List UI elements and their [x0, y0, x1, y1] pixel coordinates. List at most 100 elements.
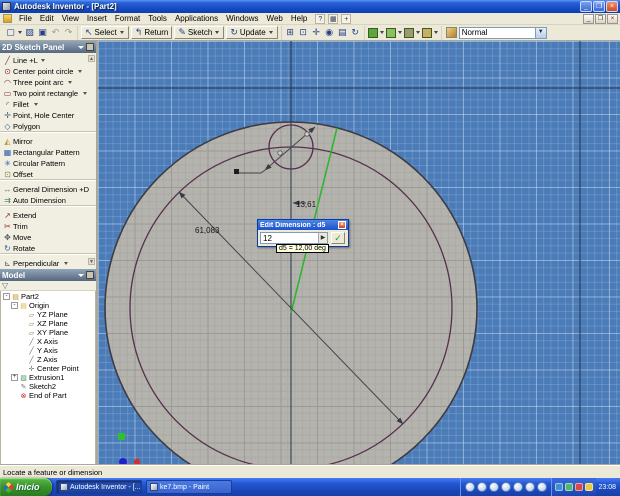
tree-expander[interactable]: [11, 392, 18, 399]
tree-item[interactable]: ╱ X Axis: [1, 337, 95, 346]
mdi-window-button[interactable]: _: [583, 14, 594, 24]
docked-toolbar-button[interactable]: [501, 482, 511, 492]
sketch-tool-item[interactable]: ◠ Three point arc: [0, 77, 96, 88]
tree-item[interactable]: ▱ YZ Plane: [1, 310, 95, 319]
tree-expander[interactable]: [19, 338, 26, 345]
tool-dropdown-icon[interactable]: [41, 59, 45, 62]
tool-dropdown-icon[interactable]: [78, 70, 82, 73]
tool-dropdown-icon[interactable]: [64, 262, 68, 265]
sketch-tool-item[interactable]: ⊙ Center point circle: [0, 66, 96, 77]
mdi-window-button[interactable]: ×: [607, 14, 618, 24]
view-tool-icon[interactable]: ⊡: [297, 26, 310, 39]
tree-expander[interactable]: [19, 365, 26, 372]
tree-expander[interactable]: [19, 311, 26, 318]
toolbar-icon[interactable]: ▢: [4, 26, 17, 39]
sketch-tool-item[interactable]: ⇉ Auto Dimension: [0, 195, 96, 206]
menu-item[interactable]: File: [15, 13, 36, 25]
tree-item[interactable]: - ▤ Origin: [1, 301, 95, 310]
start-button[interactable]: Inicio: [0, 478, 52, 496]
window-button[interactable]: ×: [606, 1, 618, 12]
sketch-tool-item[interactable]: ▦ Rectangular Pattern: [0, 147, 96, 158]
menubar-extra-icon[interactable]: ▦: [328, 14, 338, 24]
combo-dropdown-icon[interactable]: ▼: [535, 28, 546, 38]
dialog-title-bar[interactable]: Edit Dimension : d5 ×: [258, 220, 348, 230]
tree-expander[interactable]: -: [11, 302, 18, 309]
sketch-tool-item[interactable]: ✳ Circular Pattern: [0, 158, 96, 169]
menubar-extra-icon[interactable]: +: [341, 14, 351, 24]
toolbar-icon[interactable]: ↶: [49, 26, 62, 39]
display-mode-icon[interactable]: [422, 28, 432, 38]
menu-item[interactable]: Applications: [171, 13, 222, 25]
model-panel-header[interactable]: Model: [0, 269, 96, 281]
tree-item[interactable]: + ▧ Extrusion1: [1, 373, 95, 382]
toolbar-button[interactable]: ↻Update: [226, 26, 277, 39]
menu-item[interactable]: Format: [111, 13, 144, 25]
flyout-arrow-icon[interactable]: ▶: [318, 233, 327, 243]
dimension-value-field[interactable]: ▶: [260, 232, 328, 244]
mdi-window-button[interactable]: ❐: [595, 14, 606, 24]
panel-dropdown-icon[interactable]: [78, 274, 84, 277]
scroll-up-icon[interactable]: ▲: [88, 55, 95, 62]
toolbar-button[interactable]: ✎Sketch: [174, 26, 224, 39]
tool-dropdown-icon[interactable]: [68, 81, 72, 84]
tool-dropdown-icon[interactable]: [83, 92, 87, 95]
tree-expander[interactable]: [11, 383, 18, 390]
toolbar-icon[interactable]: ▣: [36, 26, 49, 39]
sketch-tool-item[interactable]: ✂ Trim: [0, 221, 96, 232]
toolbar-icon[interactable]: ▨: [23, 26, 36, 39]
taskbar-task-button[interactable]: ke7.bmp - Paint: [146, 480, 232, 494]
docked-toolbar-button[interactable]: [477, 482, 487, 492]
docked-toolbar-button[interactable]: [525, 482, 535, 492]
sketch-tool-item[interactable]: ╱ Line +L: [0, 55, 96, 66]
sketch-tool-item[interactable]: ◭ Mirror: [0, 136, 96, 147]
view-tool-icon[interactable]: ◉: [323, 26, 336, 39]
sketch-tool-item[interactable]: ▭ Two point rectangle: [0, 88, 96, 99]
tool-dropdown-icon[interactable]: [34, 103, 38, 106]
dropdown-arrow-icon[interactable]: [398, 31, 402, 34]
sketch-tool-item[interactable]: ⊾ Perpendicular: [0, 258, 96, 269]
view-tool-icon[interactable]: ✛: [310, 26, 323, 39]
sketch-tool-item[interactable]: ✥ Move: [0, 232, 96, 243]
sketch-tool-item[interactable]: ⊡ Offset: [0, 169, 96, 180]
docked-toolbar-button[interactable]: [489, 482, 499, 492]
tree-expander[interactable]: [19, 329, 26, 336]
panel-menu-button[interactable]: [86, 43, 94, 51]
display-mode-icon[interactable]: [386, 28, 396, 38]
tree-item[interactable]: ⊗ End of Part: [1, 391, 95, 400]
menu-item[interactable]: Windows: [222, 13, 262, 25]
tree-item[interactable]: ╱ Z Axis: [1, 355, 95, 364]
dropdown-arrow-icon[interactable]: [18, 31, 22, 34]
system-tray-icon[interactable]: [555, 483, 563, 491]
taskbar-task-button[interactable]: Autodesk Inventor - [...: [56, 480, 142, 494]
menu-item[interactable]: View: [58, 13, 83, 25]
docked-toolbar-button[interactable]: [537, 482, 547, 492]
view-tool-icon[interactable]: ⊞: [284, 26, 297, 39]
menu-item[interactable]: Web: [263, 13, 287, 25]
dialog-close-icon[interactable]: ×: [338, 221, 346, 229]
tree-item[interactable]: ✛ Center Point: [1, 364, 95, 373]
accept-dimension-button[interactable]: ✓: [331, 232, 345, 244]
panel-dropdown-icon[interactable]: [78, 46, 84, 49]
display-mode-icon[interactable]: [404, 28, 414, 38]
sketch-canvas[interactable]: 61,083 13,61 Edit Dimension : d5 ×: [98, 41, 620, 465]
tree-expander[interactable]: -: [3, 293, 10, 300]
system-tray-icon[interactable]: [565, 483, 573, 491]
docked-toolbar-button[interactable]: [465, 482, 475, 492]
menubar-extra-icon[interactable]: ?: [315, 14, 325, 24]
menu-item[interactable]: Help: [287, 13, 311, 25]
docked-toolbar-button[interactable]: [513, 482, 523, 492]
view-tool-icon[interactable]: ↻: [349, 26, 362, 39]
toolbar-button[interactable]: ↖Select: [81, 26, 129, 39]
tree-item[interactable]: - ▤ Part2: [1, 292, 95, 301]
system-tray-icon[interactable]: [585, 483, 593, 491]
sketch-tool-item[interactable]: ↗ Extend: [0, 210, 96, 221]
tree-item[interactable]: ▱ XY Plane: [1, 328, 95, 337]
display-mode-icon[interactable]: [368, 28, 378, 38]
menu-item[interactable]: Tools: [144, 13, 171, 25]
tree-item[interactable]: ✎ Sketch2: [1, 382, 95, 391]
toolbar-button[interactable]: ↰Return: [131, 26, 173, 39]
sketch-tool-item[interactable]: ◜ Fillet: [0, 99, 96, 110]
dropdown-arrow-icon[interactable]: [416, 31, 420, 34]
panel-menu-button[interactable]: [86, 271, 94, 279]
tree-item[interactable]: ▱ XZ Plane: [1, 319, 95, 328]
